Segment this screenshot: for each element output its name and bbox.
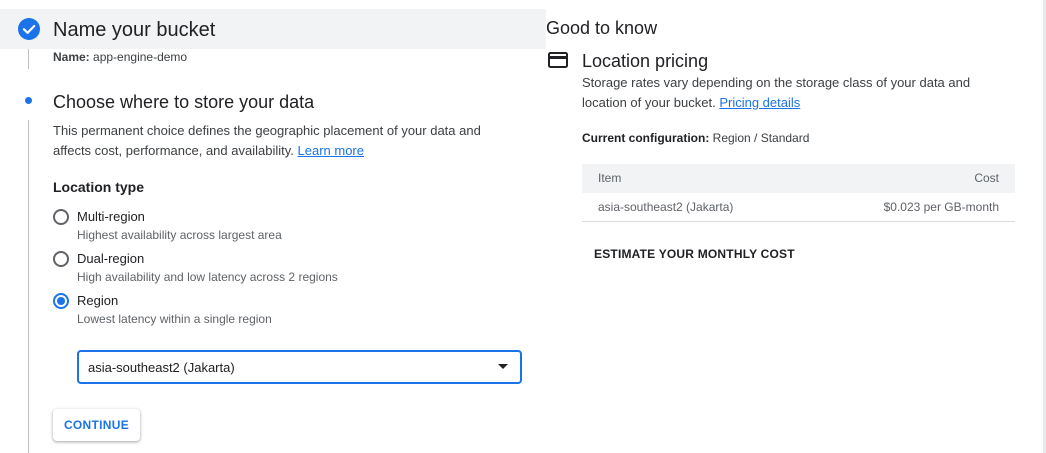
location-type-heading: Location type xyxy=(53,179,145,195)
pricing-table: Item Cost asia-southeast2 (Jakarta) $0.0… xyxy=(582,164,1015,222)
location-pricing-description: Storage rates vary depending on the stor… xyxy=(582,73,1002,113)
region-select-value: asia-southeast2 (Jakarta) xyxy=(88,360,235,375)
radio-dual-region[interactable] xyxy=(53,251,69,267)
check-circle-icon xyxy=(18,18,40,40)
radio-multi-region[interactable] xyxy=(53,209,69,225)
location-pricing-heading: Location pricing xyxy=(582,51,709,71)
option-label-dual-region[interactable]: Dual-region xyxy=(77,251,144,267)
continue-button[interactable]: CONTINUE xyxy=(53,409,140,441)
pricing-table-header: Item Cost xyxy=(582,164,1015,193)
active-step-dot-icon xyxy=(25,97,32,104)
current-configuration-value: Region / Standard xyxy=(712,131,810,145)
option-hint-multi-region: Highest availability across largest area xyxy=(77,228,282,242)
option-label-multi-region[interactable]: Multi-region xyxy=(77,209,145,225)
column-header-item: Item xyxy=(598,171,622,185)
bucket-name-key: Name: xyxy=(53,50,90,64)
table-row: asia-southeast2 (Jakarta) $0.023 per GB-… xyxy=(582,193,1015,222)
dropdown-arrow-icon xyxy=(498,364,508,369)
option-label-region[interactable]: Region xyxy=(77,293,118,309)
pricing-details-link[interactable]: Pricing details xyxy=(719,95,800,110)
learn-more-link[interactable]: Learn more xyxy=(298,143,364,158)
stepper-connector xyxy=(28,120,29,453)
step-title-location: Choose where to store your data xyxy=(53,92,315,112)
radio-region[interactable] xyxy=(53,293,69,309)
bucket-name-value: app-engine-demo xyxy=(93,50,188,64)
credit-card-icon xyxy=(548,52,568,68)
region-select[interactable]: asia-southeast2 (Jakarta) xyxy=(77,350,522,384)
table-cell-cost: $0.023 per GB-month xyxy=(883,200,999,214)
estimate-monthly-cost-button[interactable]: ESTIMATE YOUR MONTHLY COST xyxy=(594,246,795,262)
column-header-cost: Cost xyxy=(974,171,999,185)
bucket-name-summary: Name: app-engine-demo xyxy=(53,50,187,64)
good-to-know-heading: Good to know xyxy=(546,18,658,38)
location-description: This permanent choice defines the geogra… xyxy=(53,121,503,161)
location-description-text: This permanent choice defines the geogra… xyxy=(53,123,481,158)
table-cell-item: asia-southeast2 (Jakarta) xyxy=(598,200,734,214)
current-configuration: Current configuration: Region / Standard xyxy=(582,130,809,146)
option-hint-region: Lowest latency within a single region xyxy=(77,312,272,326)
step-title-name-bucket[interactable]: Name your bucket xyxy=(53,18,215,42)
option-hint-dual-region: High availability and low latency across… xyxy=(77,270,338,284)
current-configuration-key: Current configuration: xyxy=(582,131,710,145)
stepper-connector xyxy=(28,49,29,69)
